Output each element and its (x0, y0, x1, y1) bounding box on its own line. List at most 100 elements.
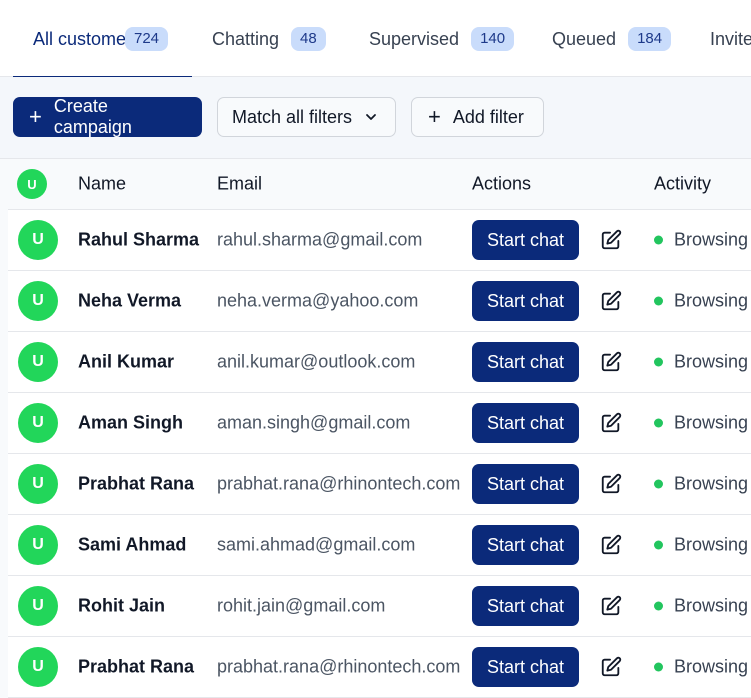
customer-name: Prabhat Rana (78, 473, 195, 494)
customer-email: prabhat.rana@rhinontech.com (217, 473, 461, 494)
tab-count-badge: 724 (125, 26, 169, 51)
activity-label: Browsing (674, 412, 749, 433)
match-filters-label: Match all filters (232, 106, 353, 127)
tab-all-customers[interactable]: All customers 724 (13, 0, 192, 78)
edit-icon[interactable] (600, 656, 622, 678)
tab-supervised[interactable]: Supervised 140 (369, 0, 515, 77)
customer-email: sami.ahmad@gmail.com (217, 534, 416, 555)
customer-name: Neha Verma (78, 290, 182, 311)
edit-icon[interactable] (600, 412, 622, 434)
column-header-name[interactable]: Name (78, 174, 126, 195)
edit-icon[interactable] (600, 595, 622, 617)
status-dot (654, 601, 663, 611)
customer-name: Sami Ahmad (78, 534, 187, 555)
tab-invite[interactable]: Invite (710, 0, 751, 77)
plus-icon: + (29, 104, 42, 129)
avatar: U (18, 525, 58, 565)
tab-count-badge: 140 (471, 26, 515, 51)
activity-label: Browsing (674, 595, 749, 616)
add-filter-button[interactable]: + Add filter (411, 97, 544, 137)
activity-label: Browsing (674, 351, 749, 372)
add-filter-label: Add filter (452, 106, 524, 127)
edit-icon[interactable] (600, 229, 622, 251)
tab-count-badge: 184 (628, 26, 672, 51)
plus-icon: + (428, 104, 441, 129)
table-row[interactable]: U Prabhat Rana prabhat.rana@rhinontech.c… (8, 454, 751, 515)
start-chat-button[interactable]: Start chat (472, 220, 579, 260)
toolbar: + Create campaign Match all filters + Ad… (0, 77, 751, 159)
edit-icon[interactable] (600, 534, 622, 556)
column-header-activity[interactable]: Activity (654, 174, 711, 195)
avatar: U (18, 586, 58, 626)
status-dot (654, 662, 663, 672)
avatar: U (18, 647, 58, 687)
status-dot (654, 357, 663, 367)
activity-status: Browsing (654, 657, 748, 678)
customer-email: aman.singh@gmail.com (217, 412, 411, 433)
start-chat-button[interactable]: Start chat (472, 647, 579, 687)
avatar: U (18, 342, 58, 382)
tab-label: All customers (33, 28, 142, 49)
avatar: U (18, 464, 58, 504)
edit-icon[interactable] (600, 473, 622, 495)
table-row[interactable]: U Rahul Sharma rahul.sharma@gmail.com St… (8, 210, 751, 271)
tab-label: Supervised (369, 28, 460, 49)
status-dot (654, 418, 663, 428)
activity-status: Browsing (654, 352, 748, 373)
start-chat-button[interactable]: Start chat (472, 281, 579, 321)
table-header: U Name Email Actions Activity (8, 159, 751, 210)
start-chat-button[interactable]: Start chat (472, 525, 579, 565)
customer-email: anil.kumar@outlook.com (217, 351, 416, 372)
activity-status: Browsing (654, 291, 748, 312)
activity-status: Browsing (654, 596, 748, 617)
avatar: U (18, 281, 58, 321)
customer-name: Anil Kumar (78, 351, 175, 372)
start-chat-button[interactable]: Start chat (472, 342, 579, 382)
table-row[interactable]: U Neha Verma neha.verma@yahoo.com Start … (8, 271, 751, 332)
customer-email: rohit.jain@gmail.com (217, 595, 386, 616)
status-dot (654, 479, 663, 489)
customer-name: Prabhat Rana (78, 656, 195, 677)
customer-email: rahul.sharma@gmail.com (217, 229, 423, 250)
create-campaign-label: Create campaign (53, 96, 132, 137)
customer-tabs: All customers 724 Chatting 48 Supervised… (0, 0, 751, 78)
status-dot (654, 235, 663, 245)
activity-label: Browsing (674, 656, 749, 677)
activity-status: Browsing (654, 474, 748, 495)
customer-email: neha.verma@yahoo.com (217, 290, 419, 311)
start-chat-button[interactable]: Start chat (472, 464, 579, 504)
table-row[interactable]: U Anil Kumar anil.kumar@outlook.com Star… (8, 332, 751, 393)
tab-count-badge: 48 (291, 26, 326, 51)
status-dot (654, 540, 663, 550)
column-header-email[interactable]: Email (217, 174, 262, 195)
tab-chatting[interactable]: Chatting 48 (212, 0, 326, 77)
avatar: U (18, 220, 58, 260)
column-header-actions: Actions (472, 173, 532, 194)
table-row[interactable]: U Aman Singh aman.singh@gmail.com Start … (8, 393, 751, 454)
tab-label: Invite (710, 28, 751, 49)
customer-name: Rahul Sharma (78, 229, 200, 250)
tab-label: Chatting (212, 28, 280, 49)
table-row[interactable]: U Rohit Jain rohit.jain@gmail.com Start … (8, 576, 751, 637)
activity-status: Browsing (654, 230, 748, 251)
customer-name: Aman Singh (78, 412, 184, 433)
activity-label: Browsing (674, 473, 749, 494)
table-row[interactable]: U Sami Ahmad sami.ahmad@gmail.com Start … (8, 515, 751, 576)
tab-queued[interactable]: Queued 184 (552, 0, 672, 77)
activity-label: Browsing (674, 290, 749, 311)
status-dot (654, 296, 663, 306)
customer-name: Rohit Jain (78, 595, 166, 616)
edit-icon[interactable] (600, 290, 622, 312)
start-chat-button[interactable]: Start chat (472, 403, 579, 443)
customer-email: prabhat.rana@rhinontech.com (217, 656, 461, 677)
create-campaign-button[interactable]: + Create campaign (13, 96, 202, 137)
match-filters-dropdown[interactable]: Match all filters (217, 97, 396, 137)
table-row[interactable]: U Prabhat Rana prabhat.rana@rhinontech.c… (8, 637, 751, 698)
activity-label: Browsing (674, 534, 749, 555)
start-chat-button[interactable]: Start chat (472, 586, 579, 626)
activity-status: Browsing (654, 413, 748, 434)
edit-icon[interactable] (600, 351, 622, 373)
avatar: U (18, 403, 58, 443)
tab-label: Queued (552, 28, 617, 49)
customers-table: U Name Email Actions Activity U Rahul Sh… (0, 159, 751, 698)
